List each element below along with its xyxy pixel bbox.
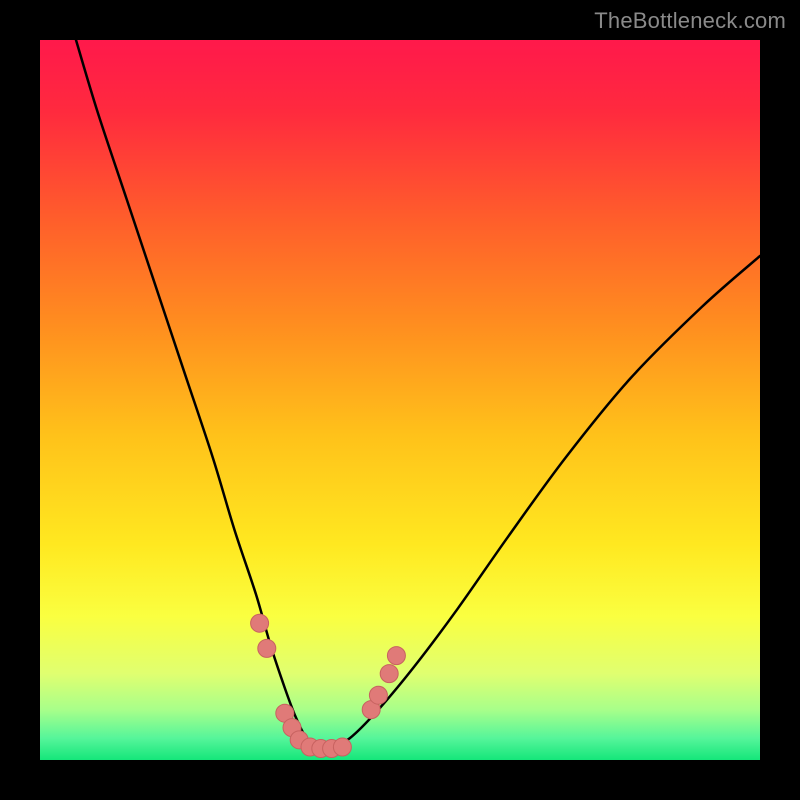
watermark-text: TheBottleneck.com bbox=[594, 8, 786, 34]
curve-marker bbox=[333, 738, 351, 756]
curve-marker bbox=[380, 665, 398, 683]
chart-svg bbox=[40, 40, 760, 760]
curve-marker bbox=[251, 614, 269, 632]
plot-area bbox=[40, 40, 760, 760]
chart-canvas: TheBottleneck.com bbox=[0, 0, 800, 800]
curve-marker bbox=[387, 647, 405, 665]
curve-marker bbox=[369, 686, 387, 704]
curve-marker bbox=[258, 639, 276, 657]
